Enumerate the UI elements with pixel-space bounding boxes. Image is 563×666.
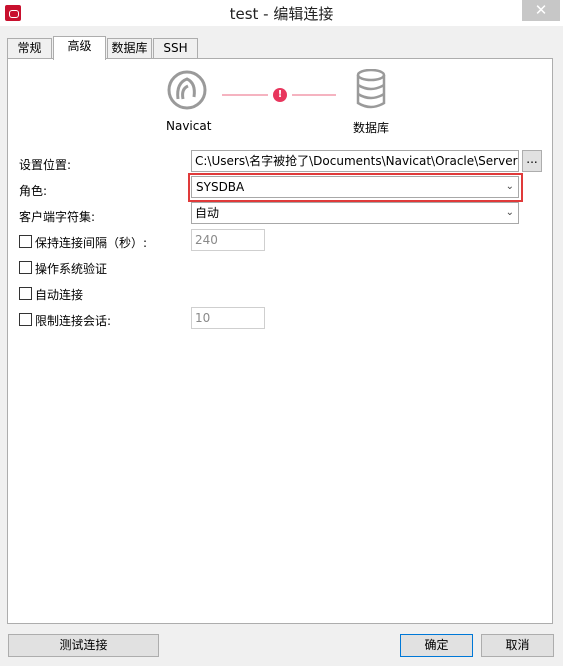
limit-sessions-input[interactable]: 10 xyxy=(191,307,265,329)
role-label: 角色: xyxy=(19,184,48,198)
chevron-down-icon: ⌄ xyxy=(505,207,514,218)
advanced-panel: Navicat ! 数据库 设置位置: C:\Users\名字被抢了\Docum… xyxy=(7,58,553,624)
database-label: 数据库 xyxy=(353,121,390,135)
navicat-logo-icon xyxy=(166,69,208,111)
connection-line-left xyxy=(222,94,268,96)
auto-connect-label: 自动连接 xyxy=(35,288,84,302)
charset-label: 客户端字符集: xyxy=(19,210,96,224)
navicat-label: Navicat xyxy=(166,119,212,133)
auto-connect-checkbox[interactable] xyxy=(19,287,32,300)
charset-value: 自动 xyxy=(195,206,220,220)
keepalive-input[interactable]: 240 xyxy=(191,229,265,251)
connection-line-right xyxy=(292,94,336,96)
limit-sessions-label: 限制连接会话: xyxy=(35,314,112,328)
title-bar: test - 编辑连接 ✕ xyxy=(0,0,563,26)
limit-sessions-checkbox[interactable] xyxy=(19,313,32,326)
charset-select[interactable]: 自动 ⌄ xyxy=(191,202,519,224)
error-icon: ! xyxy=(273,88,287,102)
location-label: 设置位置: xyxy=(19,158,72,172)
os-auth-checkbox[interactable] xyxy=(19,261,32,274)
close-icon: ✕ xyxy=(534,1,548,19)
tab-advanced[interactable]: 高级 xyxy=(53,36,106,60)
chevron-down-icon: ⌄ xyxy=(505,181,514,192)
database-icon xyxy=(355,68,387,109)
test-connection-button[interactable]: 测试连接 xyxy=(8,634,159,657)
role-select[interactable]: SYSDBA ⌄ xyxy=(191,176,519,198)
close-button[interactable]: ✕ xyxy=(522,0,560,21)
os-auth-label: 操作系统验证 xyxy=(35,262,108,276)
window-title: test - 编辑连接 xyxy=(229,5,334,23)
cancel-button[interactable]: 取消 xyxy=(481,634,554,657)
tab-database[interactable]: 数据库 xyxy=(107,38,152,59)
tab-ssh[interactable]: SSH xyxy=(153,38,198,59)
keepalive-label: 保持连接间隔（秒）: xyxy=(35,236,148,250)
browse-button[interactable]: ... xyxy=(522,150,542,172)
keepalive-checkbox[interactable] xyxy=(19,235,32,248)
role-value: SYSDBA xyxy=(196,180,245,194)
ok-button[interactable]: 确定 xyxy=(400,634,473,657)
tab-general[interactable]: 常规 xyxy=(7,38,52,59)
location-field[interactable]: C:\Users\名字被抢了\Documents\Navicat\Oracle\… xyxy=(191,150,519,172)
